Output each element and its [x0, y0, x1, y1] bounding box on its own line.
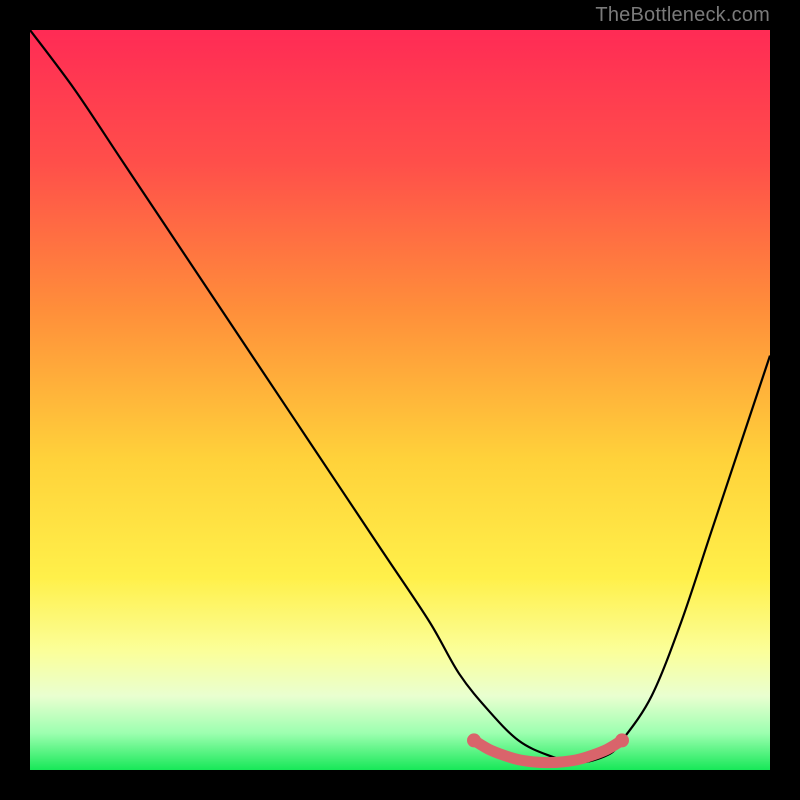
curve-svg: [30, 30, 770, 770]
min-lobe-end-dot: [615, 733, 629, 747]
plot-area: [30, 30, 770, 770]
min-lobe-end-dot: [467, 733, 481, 747]
bottleneck-curve: [30, 30, 770, 763]
chart-frame: TheBottleneck.com: [0, 0, 800, 800]
watermark-text: TheBottleneck.com: [595, 4, 770, 27]
